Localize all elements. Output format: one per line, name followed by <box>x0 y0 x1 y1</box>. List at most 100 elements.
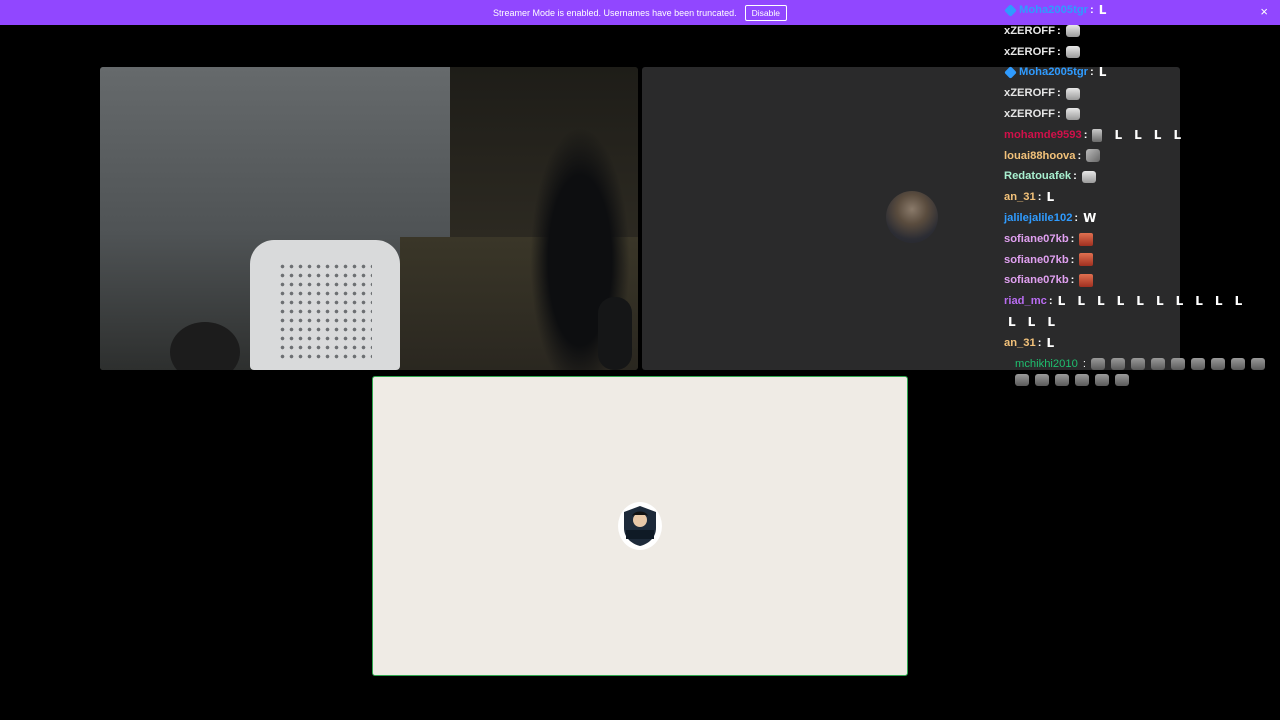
face-emote-icon <box>1035 374 1049 387</box>
chat-username[interactable]: xZEROFF <box>1004 83 1055 104</box>
chat-separator: : <box>1037 191 1042 204</box>
chat-username[interactable]: Moha2005tgr <box>1019 62 1088 83</box>
l-emote: L <box>1096 294 1105 309</box>
chat-separator: : <box>1056 45 1061 58</box>
chat-separator: : <box>1074 211 1079 224</box>
face-emote-icon <box>1170 357 1185 370</box>
cube-badge-icon <box>1004 66 1017 80</box>
chat-separator: : <box>1070 253 1075 266</box>
chat-username[interactable]: Moha2005tgr <box>1019 0 1088 21</box>
chat-message-continued: LLL <box>1004 312 1280 333</box>
face-emote-icon <box>1065 87 1080 100</box>
face-emote-icon <box>1055 374 1069 387</box>
chat-separator: : <box>1070 274 1075 287</box>
face-emote-icon <box>1065 45 1080 58</box>
chat-message: sofiane07kb: <box>1004 250 1280 271</box>
chat-username[interactable]: xZEROFF <box>1004 42 1055 63</box>
l-emote: L <box>1114 127 1123 142</box>
chat-separator: : <box>1090 4 1094 16</box>
sof2k-logo-icon <box>618 502 662 550</box>
disable-streamer-mode-button[interactable]: Disable <box>744 4 787 21</box>
l-emote: L <box>1175 294 1184 309</box>
face-emote-icon <box>1081 170 1096 183</box>
l-emote: L <box>1234 294 1243 309</box>
l-emote: L <box>1134 127 1142 142</box>
banner-text: Streamer Mode is enabled. Usernames have… <box>493 7 737 18</box>
l-emote: L <box>1046 190 1055 205</box>
chat-separator: : <box>1048 295 1053 308</box>
guest-avatar <box>886 191 938 243</box>
w-emote: W <box>1083 210 1097 225</box>
chat-separator: : <box>1056 24 1061 37</box>
chat-separator: : <box>1077 149 1082 162</box>
chat-separator: : <box>1073 170 1077 183</box>
face-emote-icon <box>1065 108 1080 121</box>
chat-username[interactable]: Redatouafek <box>1004 166 1071 187</box>
chat-message: mohamde9593: L L L L <box>1004 125 1280 146</box>
cat-emote-icon <box>1086 149 1101 163</box>
face-emote-icon <box>1090 357 1105 370</box>
chat-username[interactable]: louai88hoova <box>1004 146 1076 167</box>
chat-message: xZEROFF: <box>1004 83 1280 104</box>
face-emote-icon <box>1130 357 1145 370</box>
chat-message: louai88hoova: <box>1004 146 1280 167</box>
chat-username[interactable]: sofiane07kb <box>1004 270 1069 291</box>
chat-username[interactable]: mohamde9593 <box>1004 125 1082 146</box>
small-emote-icon <box>1092 128 1103 142</box>
face-emote-icon <box>1075 374 1089 387</box>
l-emote: L <box>1046 335 1055 350</box>
chat-separator: : <box>1090 66 1094 79</box>
chat-message: an_31: L <box>1004 187 1280 208</box>
face-emote-icon <box>1150 357 1165 370</box>
l-emote: L <box>1136 294 1144 309</box>
l-emote: L <box>1098 65 1107 80</box>
face-emote-icon <box>1230 357 1245 370</box>
face-emote-icon <box>1115 374 1129 387</box>
chat-message: xZEROFF: <box>1004 42 1280 63</box>
chat-overlay: Moha2005tgr: LxZEROFF: xZEROFF: Moha2005tgr… <box>1004 0 1280 387</box>
chat-username[interactable]: an_31 <box>1004 187 1036 208</box>
face-emote-icon <box>1065 25 1080 38</box>
chat-message: sofiane07kb: <box>1004 229 1280 250</box>
chat-message: an_31: L <box>1004 333 1280 354</box>
chat-username[interactable]: sofiane07kb <box>1004 250 1069 271</box>
l-emote: L <box>1214 294 1223 309</box>
chat-message-continued <box>1004 374 1280 387</box>
chat-message: sofiane07kb: <box>1004 270 1280 291</box>
chat-message: riad_mc: L L L L L L L L L L <box>1004 291 1280 312</box>
chat-separator: : <box>1082 357 1086 370</box>
chat-username[interactable]: riad_mc <box>1004 291 1047 312</box>
l-emote: L <box>1057 294 1066 309</box>
face-emote-icon <box>1190 357 1205 370</box>
plastic-chair-holes <box>278 262 372 362</box>
l-emote: L <box>1047 314 1055 329</box>
chat-separator: : <box>1056 87 1061 100</box>
face-emote-icon <box>1210 357 1225 370</box>
chat-separator: : <box>1070 232 1075 245</box>
chat-username[interactable]: xZEROFF <box>1004 104 1055 125</box>
l-emote: L <box>1116 294 1125 309</box>
face-emote-icon <box>1250 357 1265 370</box>
camera-video-tile[interactable] <box>100 67 638 370</box>
chat-username[interactable]: an_31 <box>1004 333 1036 354</box>
chat-separator: : <box>1056 107 1061 120</box>
chat-username[interactable]: mchikhi2010 <box>1015 354 1078 375</box>
l-emote: L <box>1027 314 1036 329</box>
l-emote: L <box>1195 294 1203 309</box>
motorcycle-wheel <box>598 297 632 370</box>
cube-badge-icon <box>1004 4 1017 17</box>
chat-message: xZEROFF: <box>1004 21 1280 42</box>
chat-message: mchikhi2010: <box>1004 354 1280 375</box>
chat-username[interactable]: jalilejalile102 <box>1004 208 1072 229</box>
l-emote: L <box>1098 3 1107 17</box>
chat-separator: : <box>1037 336 1042 349</box>
chat-message: Moha2005tgr: L <box>1004 0 1280 21</box>
l-emote: L <box>1153 127 1162 142</box>
l-emote: L <box>1077 294 1085 309</box>
chat-message: Redatouafek: <box>1004 166 1280 187</box>
streamer-video-tile[interactable] <box>372 376 908 676</box>
red-emote-icon <box>1079 253 1094 267</box>
chat-username[interactable]: xZEROFF <box>1004 21 1055 42</box>
chat-username[interactable]: sofiane07kb <box>1004 229 1069 250</box>
chat-message: xZEROFF: <box>1004 104 1280 125</box>
